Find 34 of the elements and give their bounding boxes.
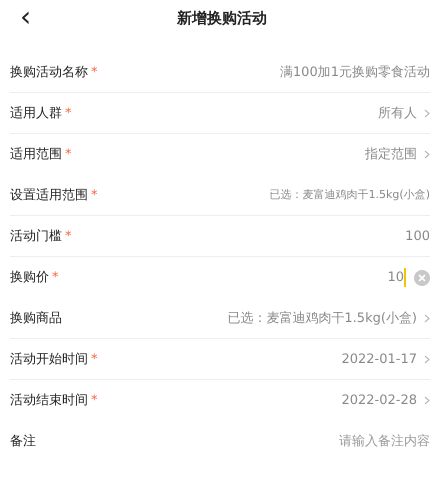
field-label: 换购商品	[10, 310, 62, 328]
field-label: 活动门槛	[10, 228, 62, 246]
back-button[interactable]: ‹	[14, 0, 38, 34]
field-label: 适用范围	[10, 146, 62, 164]
required-icon: *	[91, 186, 98, 206]
page-title: 新增换购活动	[177, 8, 267, 30]
required-icon: *	[65, 226, 72, 246]
field-value[interactable]: 2022-02-28	[341, 390, 417, 410]
required-icon: *	[52, 268, 58, 288]
field-value: 100	[405, 228, 430, 246]
field-value[interactable]: 2022-01-17	[341, 350, 417, 370]
required-icon: *	[91, 390, 98, 410]
field-label: 备注	[10, 432, 36, 451]
chevron-right-icon	[424, 109, 430, 118]
required-icon: *	[91, 350, 98, 370]
field-value[interactable]: 指定范围	[365, 144, 417, 164]
field-value[interactable]: 已选：麦富迪鸡肉干1.5kg(小盒)	[227, 308, 417, 328]
chevron-right-icon	[424, 355, 430, 364]
chevron-right-icon	[424, 150, 430, 159]
field-label: 活动开始时间	[10, 350, 88, 369]
field-value: 已选：麦富迪鸡肉干1.5kg(小盒)	[270, 187, 430, 204]
required-icon: *	[65, 144, 72, 164]
field-label: 设置适用范围	[10, 186, 88, 205]
field-label: 换购活动名称	[10, 64, 88, 82]
chevron-right-icon	[424, 396, 430, 405]
clear-icon[interactable]	[414, 270, 430, 286]
required-icon: *	[91, 62, 98, 82]
field-label: 活动结束时间	[10, 392, 88, 410]
field-value[interactable]: 所有人	[378, 104, 417, 124]
field-label: 适用人群	[10, 104, 62, 123]
required-icon: *	[65, 104, 72, 124]
field-label: 换购价	[10, 268, 49, 287]
field-value: 满100加1元换购零食活动	[280, 64, 430, 82]
chevron-right-icon	[424, 314, 430, 323]
